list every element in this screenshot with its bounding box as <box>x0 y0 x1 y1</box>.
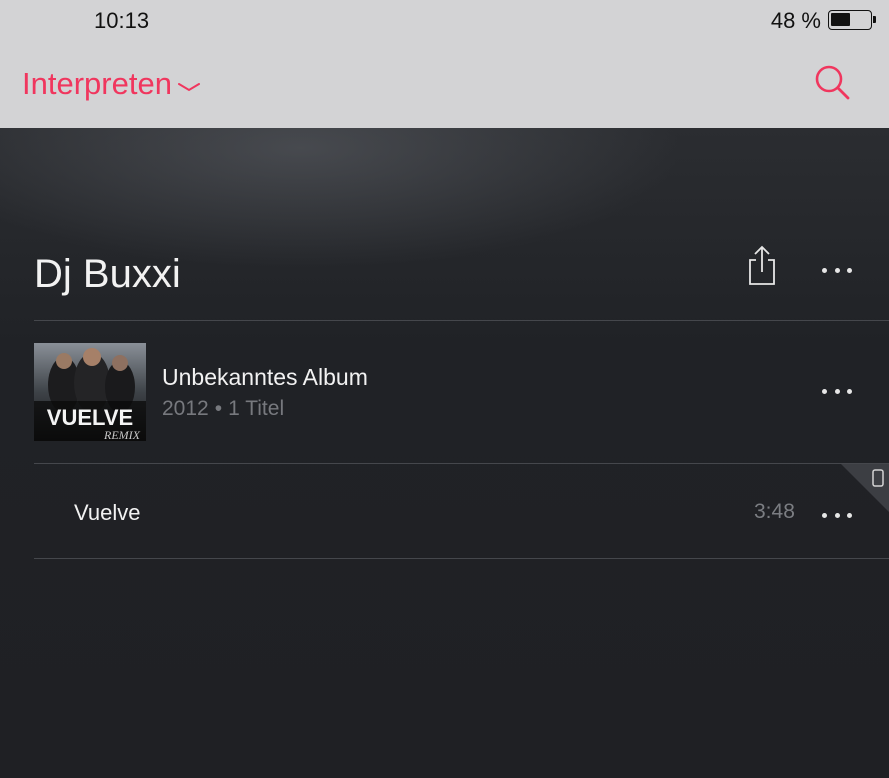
artist-name: Dj Buxxi <box>34 252 181 296</box>
album-meta: 2012 • 1 Titel <box>162 397 284 421</box>
track-row[interactable]: Vuelve 3:48 <box>0 464 889 559</box>
album-more-button[interactable] <box>822 386 852 396</box>
album-artwork[interactable]: VUELVE REMIX <box>34 343 146 441</box>
share-button[interactable] <box>746 244 778 286</box>
album-artwork-image: VUELVE REMIX <box>34 343 146 441</box>
search-button[interactable] <box>812 62 852 102</box>
album-title[interactable]: Unbekanntes Album <box>162 364 368 391</box>
track-name: Vuelve <box>74 500 141 525</box>
album-art-subtext: REMIX <box>103 428 141 441</box>
artist-detail: Dj Buxxi VUELVE REMIX Unbekanntes Album … <box>0 128 889 778</box>
top-bar: 10:13 48 % Interpreten <box>0 0 889 128</box>
device-icon <box>841 464 889 512</box>
artist-more-button[interactable] <box>822 265 852 275</box>
more-dots-icon <box>822 512 827 518</box>
battery-icon <box>828 10 876 30</box>
chevron-down-icon <box>177 83 200 92</box>
share-icon <box>749 245 775 285</box>
divider <box>34 320 889 321</box>
album-year: 2012 <box>162 397 209 420</box>
status-time: 10:13 <box>94 8 150 33</box>
meta-separator: • <box>214 397 223 420</box>
library-category-button[interactable]: Interpreten <box>22 66 200 102</box>
album-art-text: VUELVE <box>47 405 133 430</box>
album-track-count: 1 Titel <box>228 397 285 420</box>
more-dots-icon <box>822 267 827 273</box>
track-duration: 3:48 <box>754 500 795 523</box>
search-icon <box>815 65 850 100</box>
more-dots-icon <box>822 388 827 394</box>
divider <box>34 558 889 559</box>
battery-percentage: 48 % <box>770 8 821 33</box>
nav-title: Interpreten <box>22 66 172 101</box>
